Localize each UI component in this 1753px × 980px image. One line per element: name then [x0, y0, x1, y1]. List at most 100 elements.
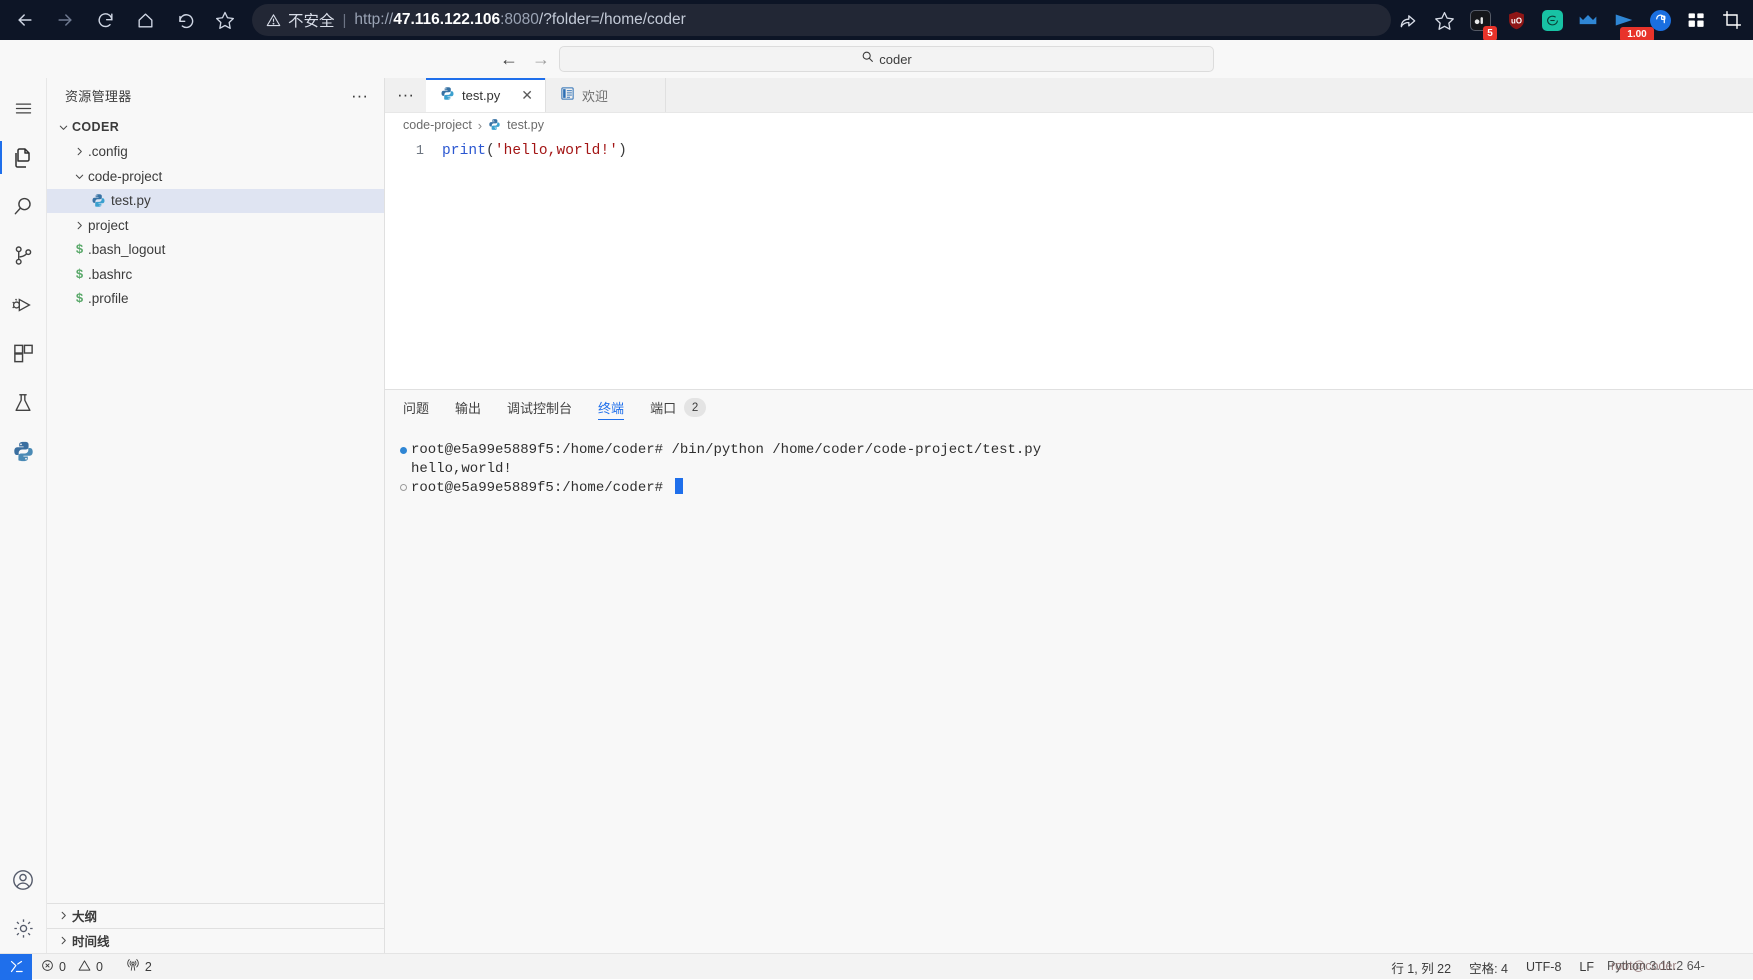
- gear-icon[interactable]: [0, 904, 47, 953]
- menu-icon[interactable]: [0, 84, 47, 133]
- search-icon: [861, 50, 874, 68]
- tree-item-label: .bashrc: [88, 266, 133, 282]
- tab-label: 欢迎: [581, 88, 608, 104]
- terminal-text: root@e5a99e5889f5:/home/coder#: [411, 478, 684, 498]
- tree-item-label: .profile: [88, 291, 129, 307]
- omnibox-divider: |: [342, 11, 347, 29]
- tab-welcome[interactable]: 欢迎: [545, 78, 666, 112]
- breadcrumb: code-project › test.py: [385, 113, 1753, 137]
- breadcrumb-item-file[interactable]: test.py: [507, 118, 544, 132]
- chat-glyph: [1541, 9, 1563, 31]
- reload-icon[interactable]: [86, 2, 124, 38]
- tree-item-label: project: [88, 217, 129, 233]
- activity-bar: [0, 78, 47, 953]
- account-icon[interactable]: [0, 855, 47, 904]
- not-secure-warning-icon: [266, 13, 281, 28]
- address-bar[interactable]: 不安全 | http://47.116.122.106:8080/?folder…: [252, 4, 1391, 36]
- status-encoding[interactable]: UTF-8: [1517, 954, 1570, 980]
- command-center[interactable]: coder: [559, 46, 1214, 72]
- editor-back-icon[interactable]: ←: [500, 50, 518, 68]
- tab-test-py[interactable]: test.py ✕: [425, 78, 546, 112]
- python-file-icon: [440, 86, 455, 104]
- editor-more-actions-icon[interactable]: ···: [385, 78, 426, 112]
- code-editor[interactable]: 1 print('hello,world!'): [385, 137, 1753, 389]
- remote-window-icon[interactable]: [0, 953, 32, 980]
- tree-item-code-project[interactable]: code-project: [47, 164, 384, 189]
- tab-problems[interactable]: 问题: [403, 390, 429, 425]
- explorer-more-actions-icon[interactable]: ···: [341, 87, 378, 104]
- panel-tab-label: 问题: [403, 401, 430, 416]
- tree-item-test-py[interactable]: test.py: [47, 188, 384, 213]
- breadcrumb-separator-icon: ›: [477, 117, 483, 133]
- breadcrumb-item-folder[interactable]: code-project: [403, 118, 472, 132]
- sidebar-section-outline[interactable]: 大纲: [47, 904, 384, 929]
- sidebar-item-testing[interactable]: [0, 378, 47, 427]
- tab-debug-console[interactable]: 调试控制台: [507, 390, 572, 425]
- tree-item-profile[interactable]: $ .profile: [47, 287, 384, 312]
- status-ports[interactable]: 2: [112, 954, 161, 980]
- ports-badge-count: 2: [684, 398, 707, 417]
- sidebar-section-timeline[interactable]: 时间线: [47, 929, 384, 954]
- browser-glyph: [1649, 9, 1671, 31]
- chat-bubble-icon[interactable]: [1535, 3, 1569, 37]
- tab-ports[interactable]: 端口: [650, 390, 676, 425]
- ublock-shield-icon[interactable]: uO: [1499, 3, 1533, 37]
- share-icon[interactable]: [1391, 3, 1425, 37]
- status-bar-right: 行 1, 列 22 空格: 4 UTF-8 LF Python 3.11.2 6…: [1382, 954, 1753, 980]
- crop-icon[interactable]: [1715, 3, 1749, 37]
- tree-root-coder[interactable]: CODER: [47, 115, 384, 140]
- vscode-titlebar: ← → coder: [0, 40, 1753, 78]
- back-arrow-icon[interactable]: [6, 2, 44, 38]
- crown-icon[interactable]: [1571, 3, 1605, 37]
- editor-forward-icon[interactable]: →: [532, 50, 550, 68]
- chevron-down-icon: [71, 171, 88, 182]
- warning-triangle-icon: [78, 959, 91, 975]
- tree-item-bash-logout[interactable]: $ .bash_logout: [47, 238, 384, 263]
- chevron-right-icon: [71, 146, 88, 157]
- terminal-output[interactable]: root@e5a99e5889f5:/home/coder# /bin/pyth…: [385, 425, 1753, 953]
- home-icon[interactable]: [126, 2, 164, 38]
- chevron-down-icon: [55, 122, 72, 133]
- sidebar-item-run-debug[interactable]: [0, 280, 47, 329]
- url-text: http://47.116.122.106:8080/?folder=/home…: [354, 11, 685, 29]
- ports-count: 2: [144, 959, 152, 974]
- error-circle-icon: [41, 959, 54, 975]
- shell-file-icon: $: [75, 266, 84, 282]
- terminal-cursor: [675, 478, 684, 494]
- play-triangle-icon[interactable]: 1.00: [1607, 3, 1654, 42]
- tree-item-bashrc[interactable]: $ .bashrc: [47, 262, 384, 287]
- sidebar-item-source-control[interactable]: [0, 231, 47, 280]
- terminal-command: /bin/python /home/coder/code-project/tes…: [671, 442, 1042, 458]
- terminal-text: hello,world!: [411, 460, 512, 477]
- bookmark-star-icon[interactable]: [206, 2, 244, 38]
- sidebar-section-label: 时间线: [72, 935, 110, 950]
- sidebar-item-extensions[interactable]: [0, 329, 47, 378]
- browser-blue-icon[interactable]: [1643, 3, 1677, 37]
- no-marker: [395, 460, 411, 466]
- tree-item-project[interactable]: project: [47, 213, 384, 238]
- sidebar-item-explorer[interactable]: [0, 133, 47, 182]
- status-eol[interactable]: LF: [1570, 954, 1603, 980]
- grid-apps-icon[interactable]: [1679, 3, 1713, 37]
- vscode-window: ← → coder 资源管理器 ··· CODER .config code-p…: [0, 40, 1753, 980]
- favorite-star-icon[interactable]: [1427, 3, 1461, 37]
- tab-output[interactable]: 输出: [455, 390, 481, 425]
- panel-tab-label: 输出: [455, 401, 482, 416]
- sidebar-item-python[interactable]: [0, 427, 47, 476]
- panel-tabs: 问题 输出 调试控制台 终端 端口 2: [385, 390, 1753, 425]
- close-icon[interactable]: ✕: [521, 88, 533, 102]
- welcome-page-icon: [560, 86, 575, 104]
- tab-terminal[interactable]: 终端: [598, 390, 625, 425]
- radio-tower-icon: [126, 958, 140, 975]
- forward-arrow-icon[interactable]: [46, 2, 84, 38]
- status-cursor-position[interactable]: 行 1, 列 22: [1382, 954, 1460, 980]
- status-language-mode[interactable]: Python 3.11.2 64- root@coder: [1603, 954, 1753, 980]
- code-line-1: 1 print('hello,world!'): [385, 143, 1753, 164]
- warning-count: 0: [95, 959, 103, 974]
- sidebar-item-search[interactable]: [0, 182, 47, 231]
- status-errors[interactable]: 0 0: [32, 954, 112, 980]
- status-indentation[interactable]: 空格: 4: [1460, 954, 1517, 980]
- extension-dark-icon[interactable]: 5: [1463, 3, 1497, 41]
- undo-icon[interactable]: [166, 2, 204, 38]
- tree-item-config[interactable]: .config: [47, 140, 384, 165]
